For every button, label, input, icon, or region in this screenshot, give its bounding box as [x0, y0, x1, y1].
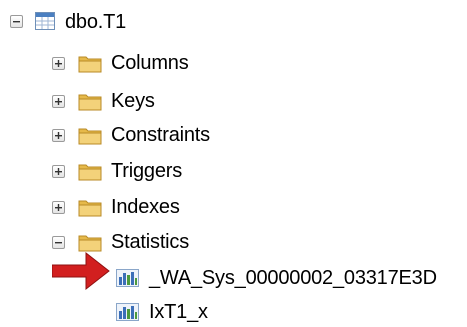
tree-node-label: _WA_Sys_00000002_03317E3D [149, 267, 437, 289]
tree-node-statistics[interactable]: Statistics [0, 228, 250, 256]
expand-icon[interactable] [52, 95, 65, 108]
tree-node-label: IxT1_x [149, 301, 208, 323]
folder-icon [78, 162, 102, 186]
tree-node-label: Indexes [111, 196, 180, 218]
expand-icon[interactable] [52, 57, 65, 70]
tree-node-table[interactable]: dbo.T1 [0, 8, 200, 36]
tree-node-label: Columns [111, 52, 189, 74]
tree-node-triggers[interactable]: Triggers [0, 157, 250, 185]
tree-node-statistic[interactable]: IxT1_x [0, 298, 260, 326]
tree-node-constraints[interactable]: Constraints [0, 121, 280, 149]
statistics-icon [116, 302, 140, 327]
statistics-icon [116, 268, 140, 293]
red-arrow-icon [51, 250, 110, 297]
tree-node-label: Triggers [111, 160, 183, 182]
tree-node-columns[interactable]: Columns [0, 49, 250, 77]
expand-icon[interactable] [52, 201, 65, 214]
folder-icon [78, 198, 102, 222]
folder-icon [78, 126, 102, 150]
collapse-icon[interactable] [52, 236, 65, 249]
tree-node-label: Statistics [111, 231, 190, 253]
table-icon [35, 12, 55, 35]
collapse-icon[interactable] [10, 15, 23, 28]
tree-node-keys[interactable]: Keys [0, 87, 250, 115]
folder-icon [78, 54, 102, 78]
tree-node-label: dbo.T1 [65, 11, 127, 33]
tree-node-indexes[interactable]: Indexes [0, 193, 250, 221]
expand-icon[interactable] [52, 129, 65, 142]
folder-icon [78, 92, 102, 116]
tree-node-label: Constraints [111, 124, 210, 146]
expand-icon[interactable] [52, 165, 65, 178]
object-explorer-tree: dbo.T1 Columns Keys Constraints Triggers… [0, 0, 467, 327]
tree-node-label: Keys [111, 90, 155, 112]
